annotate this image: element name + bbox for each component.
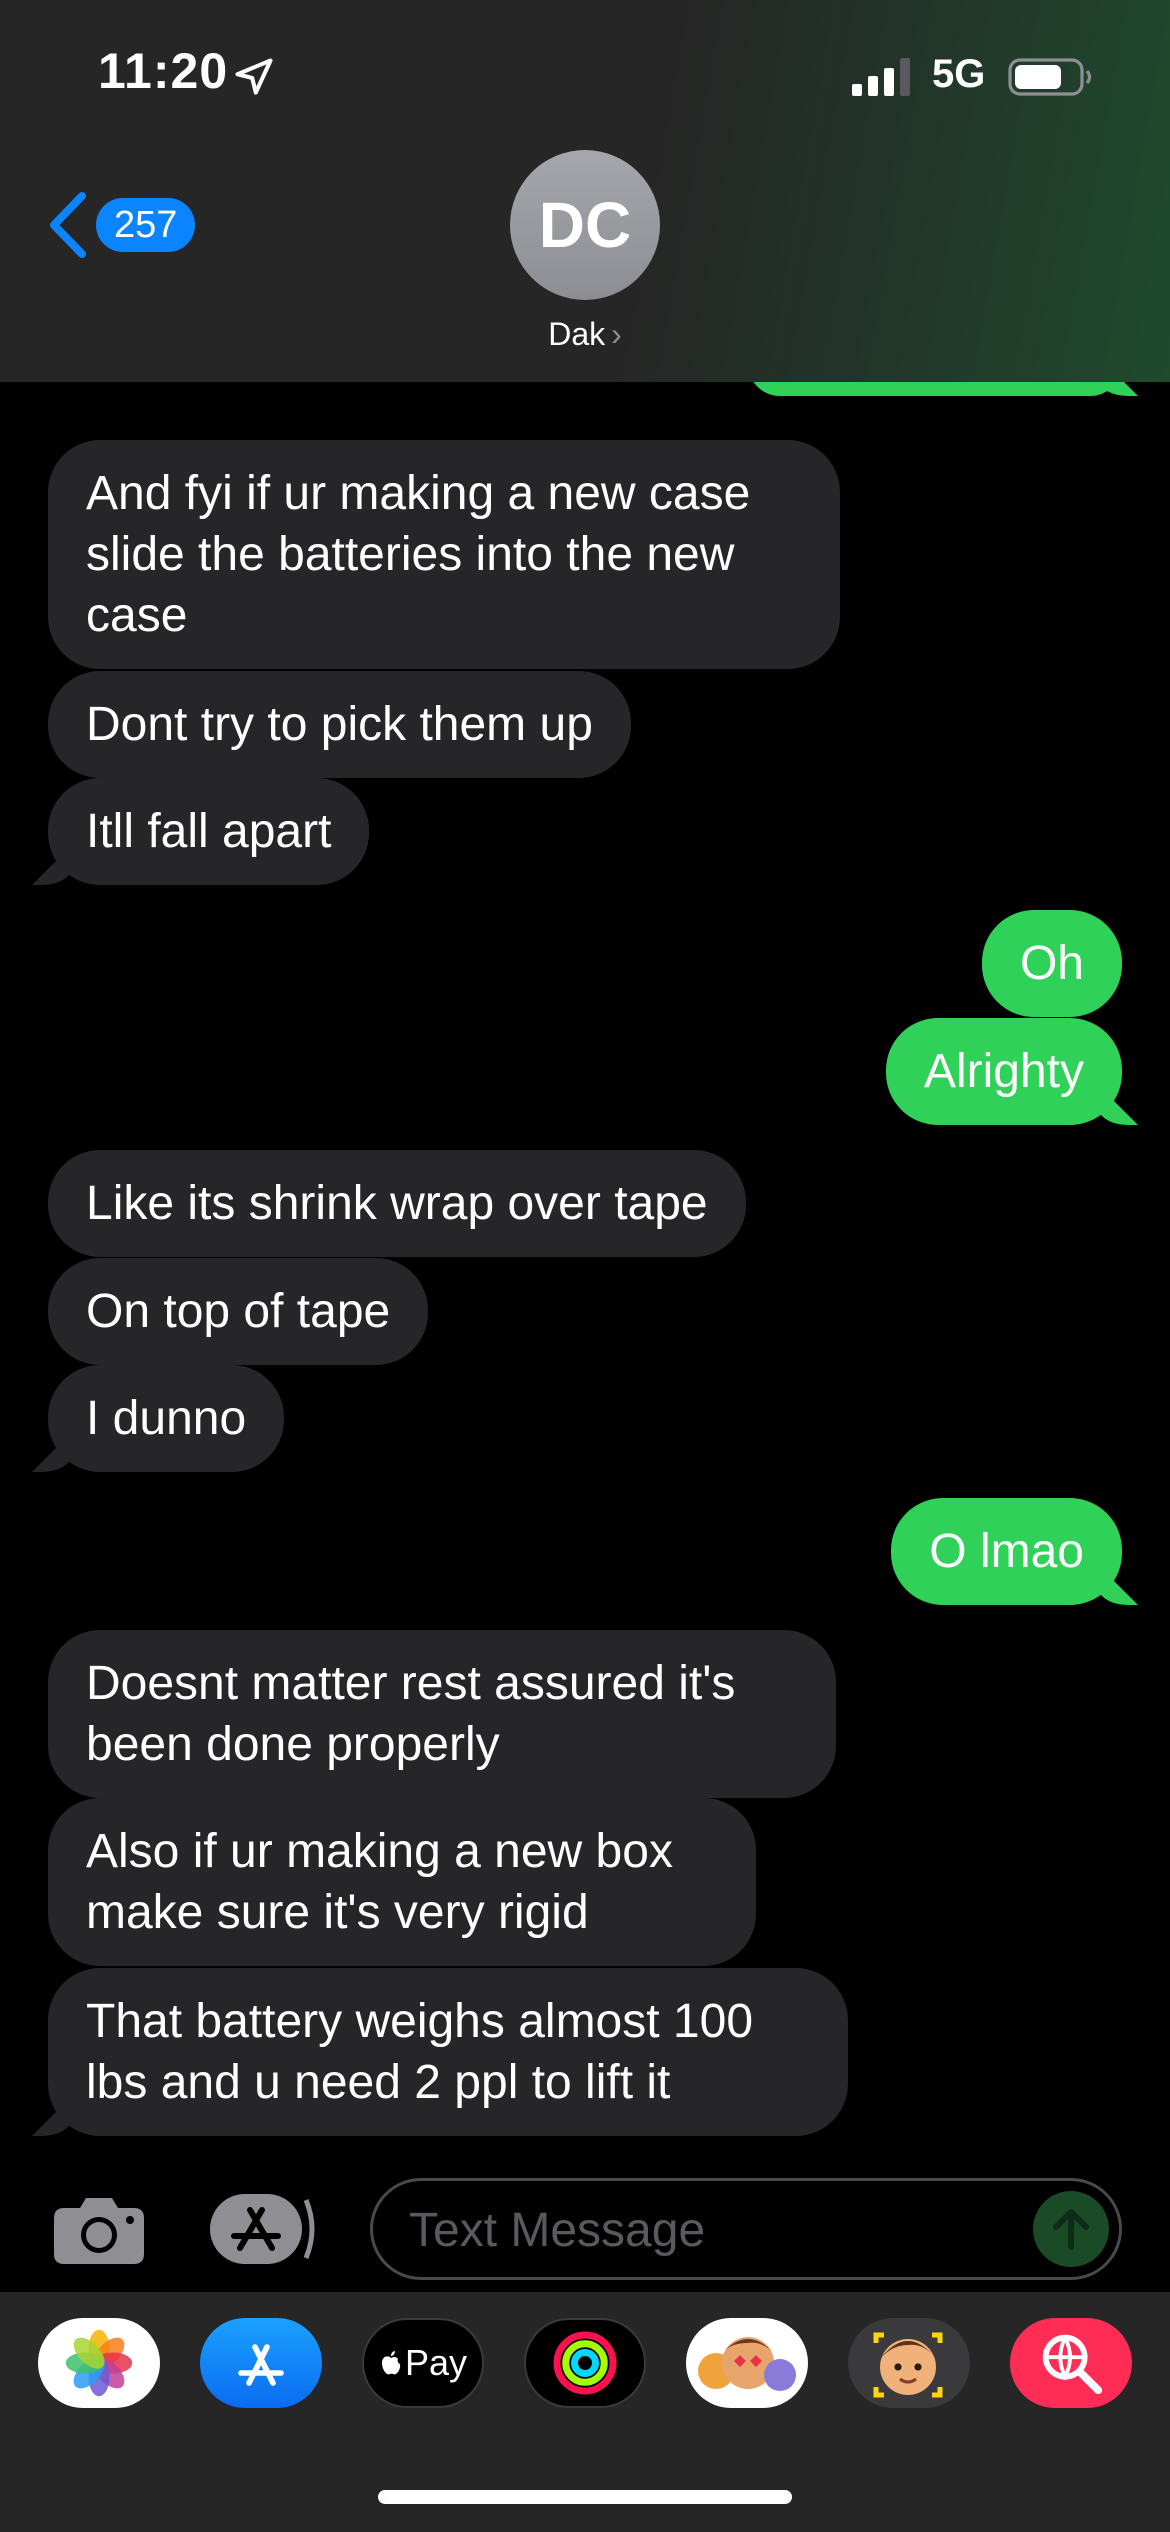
avatar-initials: DC bbox=[538, 189, 632, 261]
arrow-up-icon bbox=[1053, 2209, 1089, 2250]
unread-count-badge: 257 bbox=[96, 198, 196, 252]
memoji-app-button[interactable] bbox=[848, 2318, 970, 2408]
message-thread[interactable]: And fyi if ur making a new case slide th… bbox=[0, 382, 1170, 2172]
apple-pay-label: Pay bbox=[404, 2342, 468, 2383]
app-store-app-button[interactable] bbox=[200, 2318, 322, 2408]
network-type: 5G bbox=[932, 52, 986, 96]
message-composer[interactable] bbox=[370, 2178, 1122, 2280]
message-bubble[interactable]: Dont try to pick them up bbox=[48, 671, 631, 778]
activity-app-button[interactable] bbox=[524, 2318, 646, 2408]
location-arrow-icon bbox=[235, 58, 273, 95]
message-bubble[interactable]: Doesnt matter rest assured it's been don… bbox=[48, 1630, 836, 1798]
app-store-drawer-icon[interactable] bbox=[208, 2192, 320, 2266]
send-button[interactable] bbox=[1033, 2191, 1109, 2267]
message-bubble[interactable]: Itll fall apart bbox=[48, 778, 370, 885]
contact-name: Dak bbox=[548, 316, 606, 352]
memoji-icon bbox=[873, 2332, 943, 2398]
battery-icon bbox=[1008, 58, 1092, 96]
conversation-header: 11:20 5G 257 DC Dak › bbox=[0, 0, 1170, 382]
images-search-app-button[interactable] bbox=[1010, 2318, 1132, 2408]
message-input[interactable] bbox=[409, 2199, 1009, 2261]
images-search-icon bbox=[1042, 2334, 1103, 2395]
camera-icon[interactable] bbox=[52, 2192, 146, 2266]
message-bubble[interactable]: On top of tape bbox=[48, 1258, 429, 1365]
chevron-right-icon: › bbox=[611, 316, 622, 352]
memoji-stickers-icon bbox=[698, 2337, 796, 2391]
memoji-stickers-app-button[interactable] bbox=[686, 2318, 808, 2408]
apple-pay-app-button[interactable]: Pay bbox=[362, 2318, 484, 2408]
contact-avatar[interactable]: DC bbox=[510, 150, 660, 300]
message-bubble[interactable]: Alrighty bbox=[885, 1018, 1122, 1125]
apple-logo-icon bbox=[381, 2351, 401, 2375]
chevron-left-icon bbox=[50, 192, 86, 258]
message-bubble[interactable]: Oh bbox=[981, 910, 1122, 1017]
partial-message-bubble[interactable] bbox=[748, 382, 1122, 396]
message-bubble[interactable]: O lmao bbox=[891, 1498, 1122, 1605]
message-bubble[interactable]: Also if ur making a new box make sure it… bbox=[48, 1798, 756, 1966]
home-indicator[interactable] bbox=[378, 2490, 792, 2504]
back-button[interactable]: 257 bbox=[46, 190, 196, 260]
contact-name-button[interactable]: Dak › bbox=[0, 316, 1170, 353]
status-time: 11:20 bbox=[98, 43, 229, 99]
message-bubble[interactable]: That battery weighs almost 100 lbs and u… bbox=[48, 1968, 848, 2136]
app-store-icon bbox=[238, 2344, 284, 2386]
activity-icon bbox=[553, 2331, 617, 2395]
message-bubble[interactable]: And fyi if ur making a new case slide th… bbox=[48, 440, 840, 669]
photos-icon bbox=[65, 2329, 133, 2397]
message-bubble[interactable]: I dunno bbox=[48, 1365, 285, 1472]
cellular-signal-icon bbox=[852, 58, 910, 96]
photos-app-button[interactable] bbox=[38, 2318, 160, 2408]
message-bubble[interactable]: Like its shrink wrap over tape bbox=[48, 1150, 746, 1257]
